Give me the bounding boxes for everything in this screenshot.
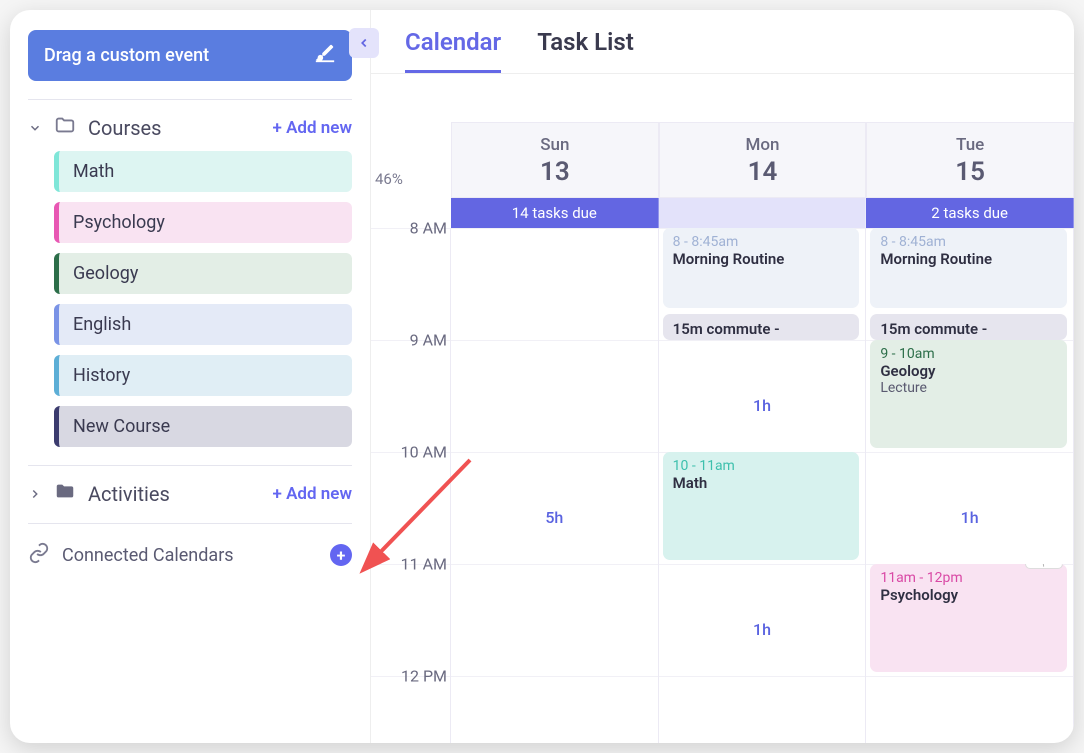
course-name: Geology xyxy=(73,263,138,284)
calendar-event[interactable]: 11am - 12pmPsychology 1 🏁 xyxy=(870,564,1067,672)
course-item[interactable]: Geology xyxy=(54,253,352,294)
tab-tasklist[interactable]: Task List xyxy=(537,28,634,73)
flag-icon: 🏁 xyxy=(1041,564,1057,568)
course-item[interactable]: Psychology xyxy=(54,202,352,243)
event-badge: 1 🏁 xyxy=(1025,564,1064,569)
course-name: Psychology xyxy=(73,212,165,233)
calendar-event[interactable]: 15m commute - xyxy=(870,314,1067,340)
calendar-event[interactable]: 8 - 8:45amMorning Routine xyxy=(870,228,1067,308)
hour-label: 8 AM xyxy=(371,219,447,238)
add-activity-button[interactable]: + Add new xyxy=(273,484,352,504)
hour-label: 9 AM xyxy=(371,331,447,350)
free-time-label: 1h xyxy=(753,620,771,639)
course-item[interactable]: Math xyxy=(54,151,352,192)
course-name: New Course xyxy=(73,416,170,437)
event-title: 15m commute - xyxy=(673,320,850,338)
calendar-event[interactable]: 9 - 10amGeologyLecture xyxy=(870,340,1067,448)
add-connected-calendar-button[interactable]: + xyxy=(330,544,352,566)
free-time-label: 1h xyxy=(961,508,979,527)
activities-title: Activities xyxy=(88,482,170,506)
event-time: 9 - 10am xyxy=(880,346,1057,362)
event-time: 10 - 11am xyxy=(673,458,850,474)
event-title: Math xyxy=(673,474,850,492)
event-title: Morning Routine xyxy=(880,250,1057,268)
link-icon xyxy=(28,542,50,568)
activities-header[interactable]: Activities + Add new xyxy=(28,480,352,507)
add-course-button[interactable]: + Add new xyxy=(273,118,352,138)
day-of-week: Mon xyxy=(660,135,866,155)
event-title: Geology xyxy=(880,362,1057,380)
event-time: 8 - 8:45am xyxy=(673,234,850,250)
paint-icon xyxy=(314,42,336,69)
event-time: 8 - 8:45am xyxy=(880,234,1057,250)
progress-percent: 46% xyxy=(375,170,403,188)
course-name: History xyxy=(73,365,130,386)
day-header[interactable]: Sun13 xyxy=(451,122,659,198)
event-title: Psychology xyxy=(880,586,1057,604)
chevron-right-icon xyxy=(28,487,42,501)
hour-label: 12 PM xyxy=(371,667,447,686)
drag-event-label: Drag a custom event xyxy=(44,45,209,66)
event-title: 15m commute - xyxy=(880,320,1057,338)
course-name: Math xyxy=(73,161,114,182)
courses-title: Courses xyxy=(88,116,161,140)
event-subtitle: Lecture xyxy=(880,380,1057,396)
drag-custom-event[interactable]: Drag a custom event xyxy=(28,30,352,81)
collapse-sidebar-button[interactable] xyxy=(349,28,379,58)
day-of-week: Sun xyxy=(452,135,658,155)
courses-header[interactable]: Courses + Add new xyxy=(28,114,352,141)
calendar-event[interactable]: 15m commute - xyxy=(663,314,860,340)
day-number: 15 xyxy=(867,157,1073,187)
course-name: English xyxy=(73,314,131,335)
chevron-down-icon xyxy=(28,121,42,135)
folder-solid-icon xyxy=(54,480,76,507)
free-time-label: 5h xyxy=(545,508,563,527)
day-of-week: Tue xyxy=(867,135,1073,155)
day-number: 14 xyxy=(660,157,866,187)
day-header[interactable]: Tue15 xyxy=(866,122,1074,198)
free-time-label: 1h xyxy=(753,396,771,415)
event-time: 11am - 12pm xyxy=(880,570,1057,586)
event-title: Morning Routine xyxy=(673,250,850,268)
day-header[interactable]: Mon14 xyxy=(659,122,867,198)
tasks-due-cell[interactable]: 14 tasks due xyxy=(451,198,659,228)
course-item[interactable]: New Course xyxy=(54,406,352,447)
connected-calendars-label: Connected Calendars xyxy=(62,545,318,566)
calendar-event[interactable]: 10 - 11amMath xyxy=(663,452,860,560)
tasks-due-cell[interactable] xyxy=(659,198,867,228)
tasks-due-cell[interactable]: 2 tasks due xyxy=(866,198,1074,228)
course-item[interactable]: English xyxy=(54,304,352,345)
day-number: 13 xyxy=(452,157,658,187)
hour-label: 11 AM xyxy=(371,555,447,574)
tab-calendar[interactable]: Calendar xyxy=(405,28,501,73)
hour-label: 10 AM xyxy=(371,443,447,462)
folder-outline-icon xyxy=(54,114,76,141)
calendar-event[interactable]: 8 - 8:45amMorning Routine xyxy=(663,228,860,308)
course-item[interactable]: History xyxy=(54,355,352,396)
